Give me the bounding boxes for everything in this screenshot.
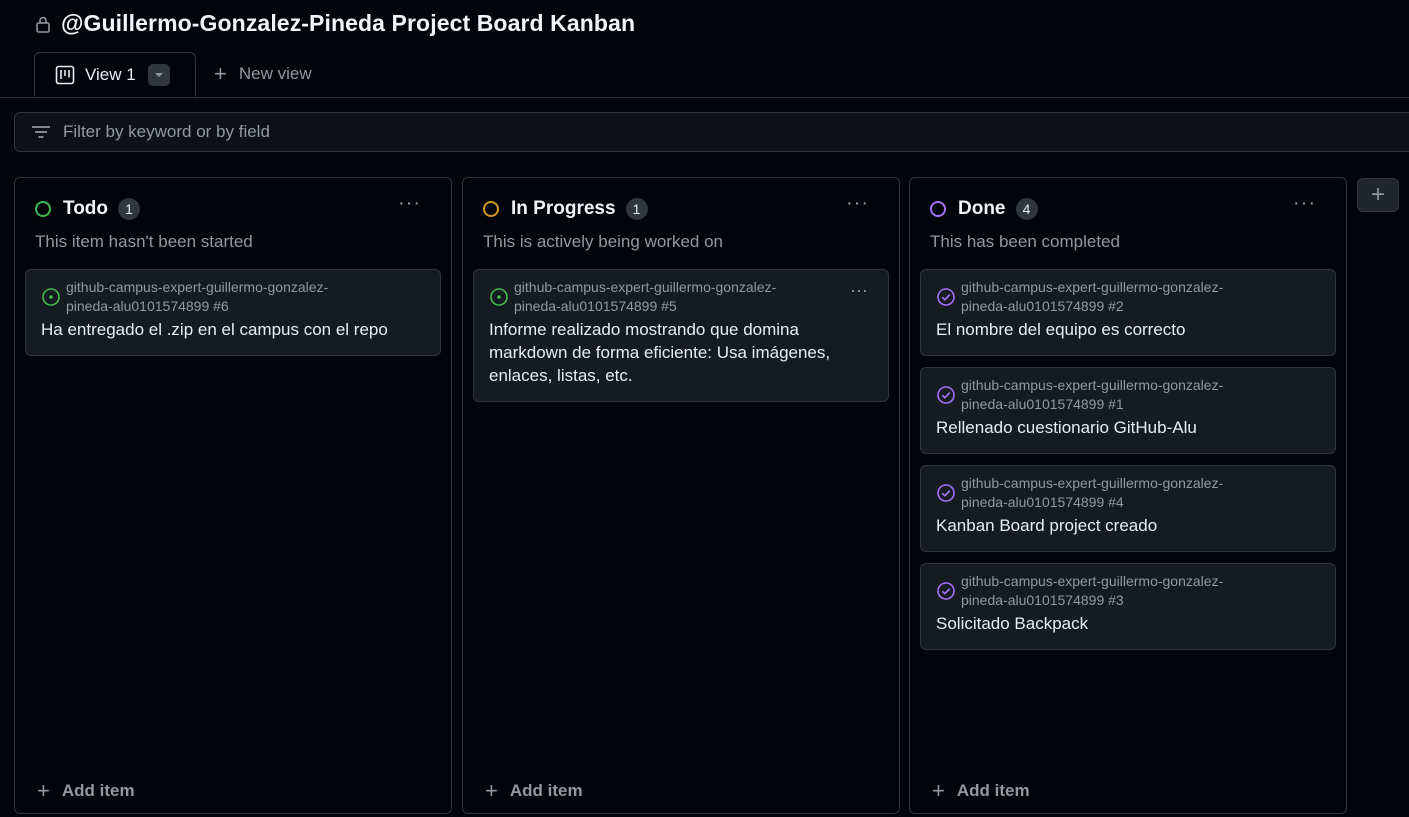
filter-input[interactable] [61, 121, 665, 143]
board-icon [55, 65, 75, 85]
lock-icon [35, 15, 51, 33]
issue-card[interactable]: github-campus-expert-guillermo-gonzalez-… [473, 269, 889, 402]
page-title: @Guillermo-Gonzalez-Pineda Project Board… [61, 10, 636, 36]
issue-opened-icon [490, 288, 508, 306]
todo-status-icon [35, 201, 51, 217]
add-item-button[interactable]: + Add item [932, 778, 1030, 803]
filter-icon [31, 124, 51, 140]
issue-closed-icon [937, 386, 955, 404]
column-title: Done [958, 198, 1006, 219]
plus-icon: + [214, 61, 227, 86]
issue-card[interactable]: github-campus-expert-guillermo-gonzalez-… [920, 269, 1336, 356]
card-repo[interactable]: github-campus-expert-guillermo-gonzalez-… [514, 278, 814, 316]
add-item-button[interactable]: + Add item [37, 778, 135, 803]
card-menu-button[interactable]: ··· [850, 280, 868, 301]
column-header: Todo 1 [35, 198, 141, 220]
card-title[interactable]: Rellenado cuestionario GitHub-Alu [936, 416, 1321, 439]
card-title[interactable]: Kanban Board project creado [936, 514, 1321, 537]
issue-closed-icon [937, 484, 955, 502]
issue-card[interactable]: github-campus-expert-guillermo-gonzalez-… [920, 465, 1336, 552]
view-tabs: View 1 + New view [0, 52, 1409, 98]
column-menu-button[interactable]: ··· [398, 192, 421, 215]
caret-down-icon [154, 72, 163, 77]
card-repo[interactable]: github-campus-expert-guillermo-gonzalez-… [66, 278, 366, 316]
column-in-progress: In Progress 1 ··· This is actively being… [462, 177, 900, 814]
card-repo[interactable]: github-campus-expert-guillermo-gonzalez-… [961, 572, 1261, 610]
column-header: Done 4 [930, 198, 1038, 220]
new-view-label: New view [238, 64, 312, 83]
column-menu-button[interactable]: ··· [1293, 192, 1316, 215]
column-description: This has been completed [930, 232, 1120, 251]
column-description: This item hasn't been started [35, 232, 253, 251]
card-repo[interactable]: github-campus-expert-guillermo-gonzalez-… [961, 474, 1261, 512]
issue-card[interactable]: github-campus-expert-guillermo-gonzalez-… [920, 563, 1336, 650]
card-list: github-campus-expert-guillermo-gonzalez-… [473, 269, 889, 413]
new-view-button[interactable]: + New view [214, 61, 312, 86]
card-title[interactable]: Ha entregado el .zip en el campus con el… [41, 318, 426, 341]
add-column-button[interactable]: + [1357, 178, 1399, 212]
column-done: Done 4 ··· This has been completed githu… [909, 177, 1347, 814]
add-item-label: Add item [61, 781, 135, 800]
title-row: @Guillermo-Gonzalez-Pineda Project Board… [35, 10, 635, 37]
column-title: In Progress [511, 198, 616, 219]
card-list: github-campus-expert-guillermo-gonzalez-… [25, 269, 441, 367]
done-status-icon [930, 201, 946, 217]
plus-icon: + [37, 778, 50, 803]
column-count-badge: 1 [118, 198, 141, 220]
column-todo: Todo 1 ··· This item hasn't been started… [14, 177, 452, 814]
issue-card[interactable]: github-campus-expert-guillermo-gonzalez-… [920, 367, 1336, 454]
project-header: @Guillermo-Gonzalez-Pineda Project Board… [0, 0, 1409, 98]
issue-closed-icon [937, 582, 955, 600]
in-progress-status-icon [483, 201, 499, 217]
card-repo[interactable]: github-campus-expert-guillermo-gonzalez-… [961, 278, 1261, 316]
column-menu-button[interactable]: ··· [846, 192, 869, 215]
plus-icon: + [932, 778, 945, 803]
column-count-badge: 4 [1015, 198, 1038, 220]
tab-label: View 1 [85, 64, 136, 84]
card-title[interactable]: Informe realizado mostrando que domina m… [489, 318, 874, 387]
column-title: Todo [63, 198, 109, 219]
column-count-badge: 1 [625, 198, 648, 220]
card-title[interactable]: Solicitado Backpack [936, 612, 1321, 635]
plus-icon: + [485, 778, 498, 803]
card-list: github-campus-expert-guillermo-gonzalez-… [920, 269, 1336, 661]
issue-card[interactable]: github-campus-expert-guillermo-gonzalez-… [25, 269, 441, 356]
issue-closed-icon [937, 288, 955, 306]
column-header: In Progress 1 [483, 198, 648, 220]
card-repo[interactable]: github-campus-expert-guillermo-gonzalez-… [961, 376, 1261, 414]
tab-view-1[interactable]: View 1 [34, 52, 196, 97]
add-item-label: Add item [956, 781, 1030, 800]
column-description: This is actively being worked on [483, 232, 724, 251]
card-title[interactable]: El nombre del equipo es correcto [936, 318, 1321, 341]
filter-bar [14, 112, 1409, 152]
issue-opened-icon [42, 288, 60, 306]
add-item-button[interactable]: + Add item [485, 778, 583, 803]
add-item-label: Add item [509, 781, 583, 800]
view-options-button[interactable] [147, 63, 170, 86]
